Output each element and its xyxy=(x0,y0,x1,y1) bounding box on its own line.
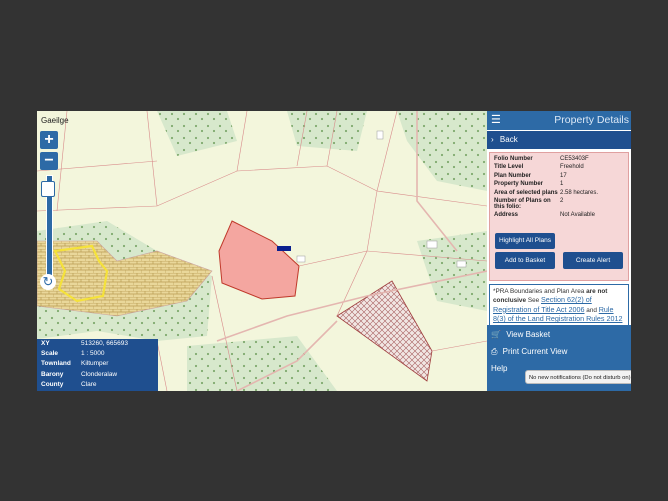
detail-key: Address xyxy=(494,212,519,219)
cart-icon: 🛒 xyxy=(491,330,501,339)
view-basket-link[interactable]: 🛒 View Basket xyxy=(491,330,550,339)
zoom-out-button[interactable]: − xyxy=(40,152,58,170)
zoom-in-button[interactable]: + xyxy=(40,131,58,149)
info-value: 1 : 5000 xyxy=(81,350,105,358)
notice-and: and xyxy=(586,306,597,314)
back-button[interactable]: › Back xyxy=(487,131,631,149)
detail-value: 1 xyxy=(560,181,564,188)
detail-key: Property Number xyxy=(494,181,544,188)
refresh-icon[interactable]: ↻ xyxy=(40,274,56,290)
panel-menu-block: 🛒 View Basket ⎙ Print Current View Help … xyxy=(487,325,631,391)
print-view-label: Print Current View xyxy=(502,347,568,356)
print-icon: ⎙ xyxy=(491,347,498,356)
info-value: Kiltumper xyxy=(81,360,109,368)
info-key: Scale xyxy=(41,350,58,358)
info-key: Townland xyxy=(41,360,71,368)
highlight-all-plans-button[interactable]: Highlight All Plans xyxy=(495,233,555,249)
detail-value: CE53403F xyxy=(560,156,589,162)
detail-key: Plan Number xyxy=(494,172,532,179)
notification-toast[interactable]: No new notifications (Do not disturb on) xyxy=(525,370,631,384)
help-link[interactable]: Help xyxy=(491,364,507,373)
info-key: XY xyxy=(41,340,50,347)
map-canvas[interactable]: Gaeilge + − ↻ XY 513260, 665693 Scale 1 : … xyxy=(37,111,487,391)
chevron-right-icon: › xyxy=(491,135,494,144)
back-label: Back xyxy=(499,135,518,144)
view-basket-label: View Basket xyxy=(506,330,551,339)
hamburger-menu-icon[interactable]: ☰ xyxy=(491,113,501,126)
detail-value: Not Available xyxy=(560,212,595,219)
detail-key: Number of Plans on this folio: xyxy=(494,197,551,210)
notice-prefix: *PRA Boundaries and Plan Area xyxy=(493,288,585,295)
detail-value: 2.58 hectares. xyxy=(560,189,599,196)
info-value: Clonderalaw xyxy=(81,370,118,378)
coordinate-info-box: XY 513260, 665693 Scale 1 : 5000 Townland K… xyxy=(37,339,158,391)
detail-key: Folio Number xyxy=(494,156,533,162)
detail-value: 2 xyxy=(560,197,564,204)
detail-key: Area of selected plans xyxy=(494,189,558,196)
detail-value: Freehold xyxy=(560,164,584,171)
zoom-slider-handle[interactable] xyxy=(41,181,55,197)
detail-key: Title Level xyxy=(494,164,524,171)
notice-see: See xyxy=(527,297,540,305)
add-to-basket-button[interactable]: Add to Basket xyxy=(495,252,555,269)
info-value: 513260, 665693 xyxy=(81,340,128,347)
boundary-notice: *PRA Boundaries and Plan Area are not co… xyxy=(489,284,629,330)
app-frame: Gaeilge + − ↻ XY 513260, 665693 Scale 1 : … xyxy=(37,111,631,391)
property-details-panel: ☰ Property Details › Back Folio Number CE… xyxy=(487,111,631,391)
info-value: Clare xyxy=(81,380,97,388)
panel-title: Property Details xyxy=(554,114,629,126)
info-key: County xyxy=(41,380,64,388)
print-view-link[interactable]: ⎙ Print Current View xyxy=(491,347,567,357)
property-details-box: Folio Number CE53403F Title Level Freehold… xyxy=(489,152,629,281)
panel-header: ☰ Property Details xyxy=(487,111,631,130)
create-alert-button[interactable]: Create Alert xyxy=(563,252,623,269)
language-link[interactable]: Gaeilge xyxy=(41,116,69,125)
detail-value: 17 xyxy=(560,172,567,179)
info-key: Barony xyxy=(41,370,64,378)
